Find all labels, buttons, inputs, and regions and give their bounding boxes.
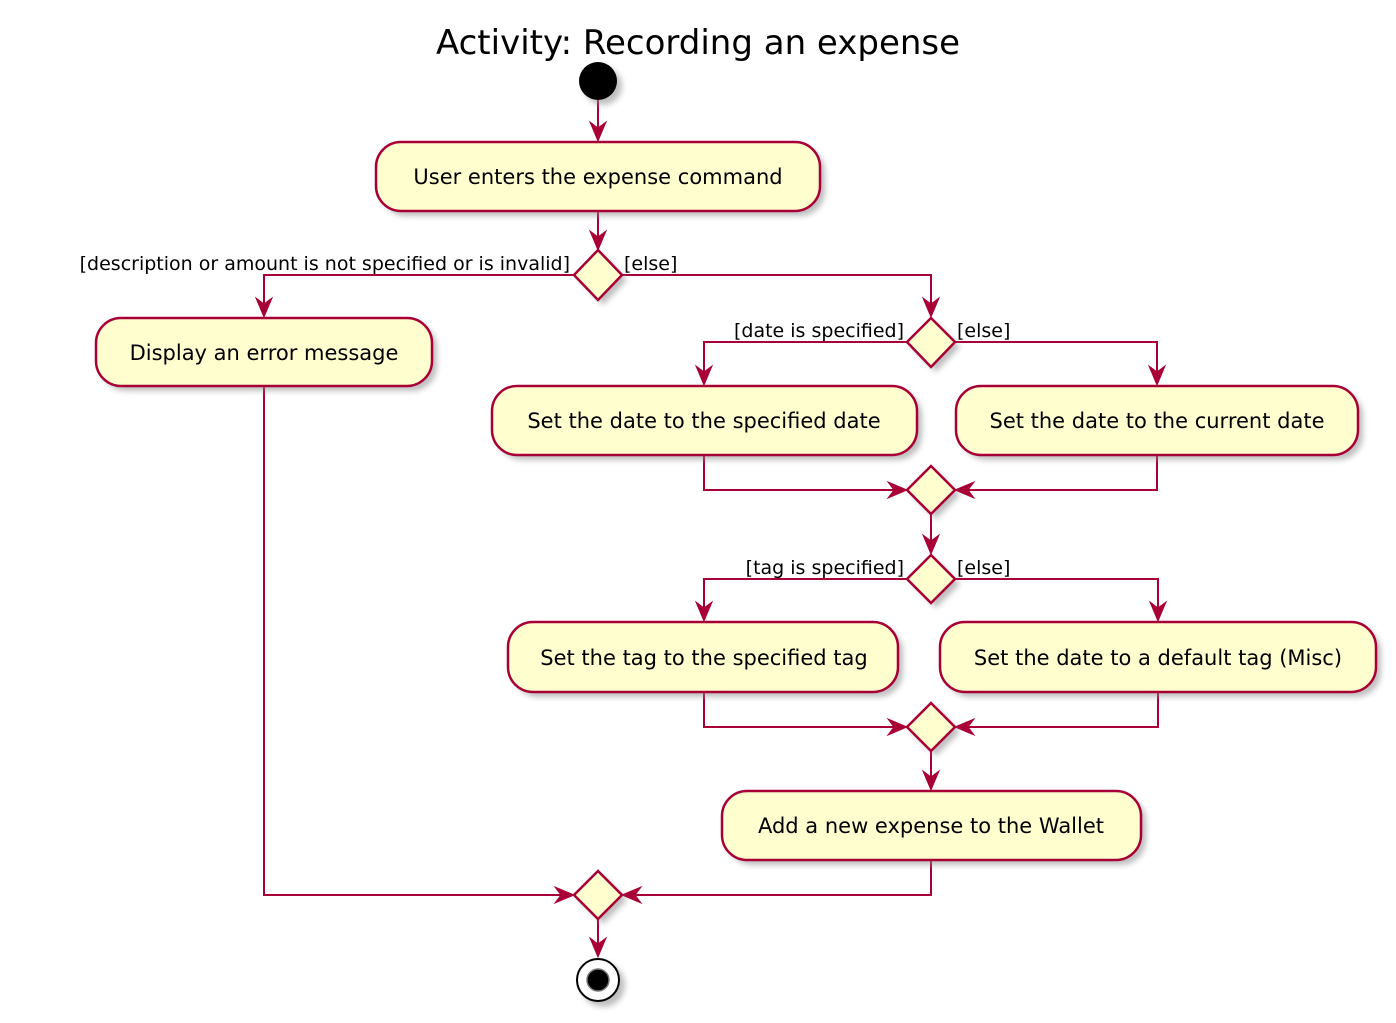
decision-tag	[905, 553, 960, 608]
activity-set-default-tag[interactable]: Set the date to a default tag (Misc)	[938, 620, 1381, 697]
activity-display-error[interactable]: Display an error message	[94, 316, 437, 391]
guard-tag-specified: [tag is specified]	[746, 557, 904, 579]
edge-default-tag-to-merge	[957, 692, 1159, 728]
end-inner-circle-icon	[586, 968, 610, 992]
activity-label: Set the date to a default tag (Misc)	[974, 646, 1342, 670]
activity-label: Display an error message	[130, 341, 399, 365]
start-node	[579, 62, 622, 105]
guard-invalid: [description or amount is not specified …	[80, 253, 570, 275]
activity-label: Set the tag to the specified tag	[540, 646, 867, 670]
guard-valid-else: [else]	[624, 253, 677, 275]
activity-add-expense[interactable]: Add a new expense to the Wallet	[720, 789, 1146, 865]
edge-decision-to-display-error	[263, 274, 574, 316]
guard-tag-else: [else]	[957, 557, 1010, 579]
activity-label: User enters the expense command	[413, 165, 782, 189]
activity-label: Set the date to the current date	[989, 409, 1324, 433]
activity-set-specified-date[interactable]: Set the date to the specified date	[490, 384, 922, 460]
diagram-title: Activity: Recording an expense	[436, 23, 960, 63]
guard-date-specified: [date is specified]	[734, 320, 904, 342]
edge-current-date-to-merge	[957, 456, 1158, 491]
decision-valid	[572, 248, 627, 305]
edge-decision-to-date-decision	[622, 274, 932, 316]
edge-tag-decision-to-default-tag	[955, 578, 1159, 620]
edge-specified-date-to-merge	[703, 456, 905, 491]
activity-label: Add a new expense to the Wallet	[758, 814, 1104, 838]
edge-date-decision-to-current-date	[955, 341, 1158, 384]
edge-tag-decision-to-specified-tag	[703, 578, 907, 620]
activity-set-specified-tag[interactable]: Set the tag to the specified tag	[506, 620, 903, 697]
edge-date-decision-to-specified-date	[703, 341, 907, 384]
edge-specified-tag-to-merge	[703, 692, 905, 728]
activity-diagram: Activity: Recording an expense User ente…	[80, 23, 1381, 1007]
merge-final	[572, 869, 627, 924]
guard-date-else: [else]	[957, 320, 1010, 342]
edge-add-expense-to-final-merge	[624, 860, 932, 896]
end-node	[576, 958, 625, 1007]
decision-date	[905, 316, 960, 372]
activity-enter-command[interactable]: User enters the expense command	[374, 140, 825, 216]
activity-label: Set the date to the specified date	[527, 409, 880, 433]
merge-tag	[905, 701, 960, 756]
start-circle-icon	[579, 62, 617, 100]
activity-set-current-date[interactable]: Set the date to the current date	[954, 384, 1363, 460]
merge-date	[905, 464, 960, 519]
